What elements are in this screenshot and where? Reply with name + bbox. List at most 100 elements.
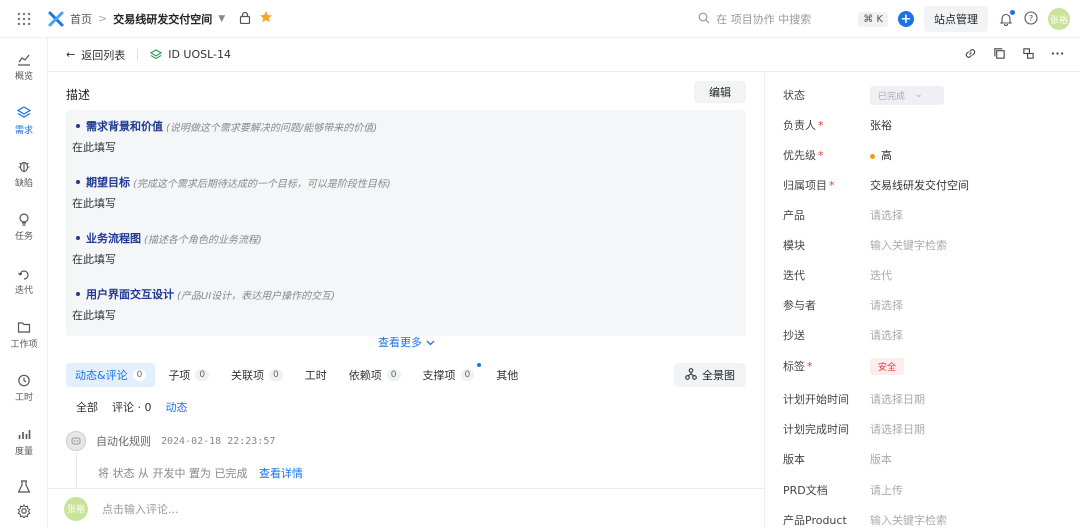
layers-icon [150,48,163,59]
tag-badge[interactable]: 安全 [870,357,905,375]
nav-item-requirements[interactable]: 需求 [0,106,48,136]
item-id: ID UOSL-14 [150,48,231,61]
status-select[interactable]: 已完成 ⌄ [870,85,944,105]
priority-value[interactable]: 高 [870,147,892,163]
property-plan-start: 计划开始时间 请选择日期 [783,389,925,409]
logo-icon[interactable] [48,11,64,27]
more-icon[interactable] [1051,47,1064,63]
lock-icon[interactable] [239,11,251,27]
star-icon[interactable] [259,10,273,27]
iteration-select[interactable]: 迭代 [870,267,892,283]
nav-item-worktime[interactable]: 工时 [0,373,48,403]
top-bar: 首页 > 交易线研发交付空间 ▼ 在 项目协作 中搜索 ⌘ K + 站点管理 ?… [0,0,1080,38]
priority-text: 高 [881,149,892,162]
section-hint: (完成这个需求后期待达成的一个目标，可以是阶段性目标) [133,178,391,190]
bell-icon[interactable] [998,10,1015,27]
activity-actor: 自动化规则 [96,435,151,448]
tab-dependencies[interactable]: 依赖项 0 [340,363,410,387]
panorama-button[interactable]: 全景图 [674,363,746,387]
see-more-label: 查看更多 [378,336,422,349]
create-button[interactable]: + [898,11,914,27]
view-details-link[interactable]: 查看详情 [259,467,303,480]
tab-count: 0 [460,369,475,381]
nav-item-workitems[interactable]: 工作项 [0,320,48,350]
tab-count: 0 [132,369,147,381]
nav-item-tasks[interactable]: 任务 [0,212,48,242]
nav-label: 度量 [14,447,33,457]
breadcrumb-home[interactable]: 首页 [70,11,92,27]
owner-value[interactable]: 张裕 [870,117,892,133]
tab-related[interactable]: 关联项 0 [222,363,292,387]
timeline-line [76,453,77,487]
property-module: 模块 输入关键字检索 [783,235,947,255]
project-value[interactable]: 交易线研发交付空间 [870,177,969,193]
copy-icon[interactable] [993,47,1006,63]
tab-supports[interactable]: 支撑项 0 [414,363,484,387]
nav-item-bugs[interactable]: 缺陷 [0,159,48,189]
main-content: 描述 编辑 需求背景和价值 (说明做这个需求要解决的问题/能够带来的价值) 在此填… [48,72,764,528]
filter-comments[interactable]: 评论 · 0 [112,399,152,415]
property-cc: 抄送 请选择 [783,325,903,345]
search-shortcut: ⌘ K [858,11,888,27]
description-section: 业务流程图 (描述各个角色的业务流程) 在此填写 [72,230,740,267]
gear-icon [17,504,31,518]
status-value: 已完成 [878,91,906,102]
nav-label: 任务 [14,232,33,242]
section-body: 在此填写 [72,197,116,210]
plan-end-date[interactable]: 请选择日期 [870,421,925,437]
global-search[interactable]: 在 项目协作 中搜索 [698,11,848,27]
share-icon[interactable] [1022,47,1035,63]
nav-label: 工作项 [10,340,38,350]
participants-select[interactable]: 请选择 [870,297,903,313]
robot-avatar-icon [66,431,86,451]
tab-other[interactable]: 其他 [487,363,527,387]
edit-button[interactable]: 编辑 [694,81,746,103]
nav-item-overview[interactable]: 概览 [0,52,48,82]
section-hint: (产品UI设计，表达用户操作的交互) [177,290,336,302]
app-grid-icon[interactable] [0,12,48,26]
product-select[interactable]: 请选择 [870,207,903,223]
nav-item-lab[interactable] [0,480,48,494]
back-to-list-button[interactable]: ← 返回列表 [66,47,125,63]
property-label: 状态 [783,89,805,102]
breadcrumb-space[interactable]: 交易线研发交付空间 [113,11,212,27]
comment-input[interactable]: 点击输入评论... [102,501,179,517]
help-icon[interactable]: ? [1024,10,1038,28]
see-more-link[interactable]: 查看更多 [378,334,435,350]
property-label: 标签 * [783,358,870,374]
property-label: 迭代 [783,269,805,282]
section-body: 在此填写 [72,309,116,322]
tab-label: 动态&评论 [75,369,128,382]
property-version: 版本 版本 [783,449,892,469]
user-avatar[interactable]: 张裕 [1048,8,1070,30]
prd-upload[interactable]: 请上传 [870,482,903,498]
filter-all[interactable]: 全部 [76,399,98,415]
module-search[interactable]: 输入关键字检索 [870,237,947,253]
nav-item-iterations[interactable]: 迭代 [0,266,48,296]
property-label: 版本 [783,453,805,466]
avatar: 张裕 [64,496,88,521]
nav-item-metrics[interactable]: 度量 [0,427,48,457]
detail-tabs: 动态&评论 0 子项 0 关联项 0 工时 依赖项 0 支撑项 0 其他 [66,363,746,387]
section-title: 需求背景和价值 [86,120,163,133]
description-content[interactable]: 需求背景和价值 (说明做这个需求要解决的问题/能够带来的价值) 在此填写 期望目标… [66,110,746,336]
cc-select[interactable]: 请选择 [870,327,903,343]
version-select[interactable]: 版本 [870,451,892,467]
product-en-search[interactable]: 输入关键字检索 [870,512,947,528]
site-admin-button[interactable]: 站点管理 [924,6,988,32]
link-icon[interactable] [964,47,977,63]
required-mark: * [818,119,824,132]
chevron-down-icon[interactable]: ▼ [218,14,225,24]
nav-label: 迭代 [14,286,33,296]
description-section: 期望目标 (完成这个需求后期待达成的一个目标，可以是阶段性目标) 在此填写 [72,174,740,211]
tab-activity-comments[interactable]: 动态&评论 0 [66,363,156,387]
tab-children[interactable]: 子项 0 [159,363,218,387]
section-title: 期望目标 [86,176,130,189]
filter-activity[interactable]: 动态 [166,399,188,415]
tab-worktime[interactable]: 工时 [296,363,336,387]
notification-dot [1010,10,1015,15]
property-priority: 优先级 * 高 [783,145,892,165]
nav-item-settings[interactable] [0,504,48,518]
plan-start-date[interactable]: 请选择日期 [870,391,925,407]
property-status: 状态 已完成 ⌄ [783,85,944,105]
